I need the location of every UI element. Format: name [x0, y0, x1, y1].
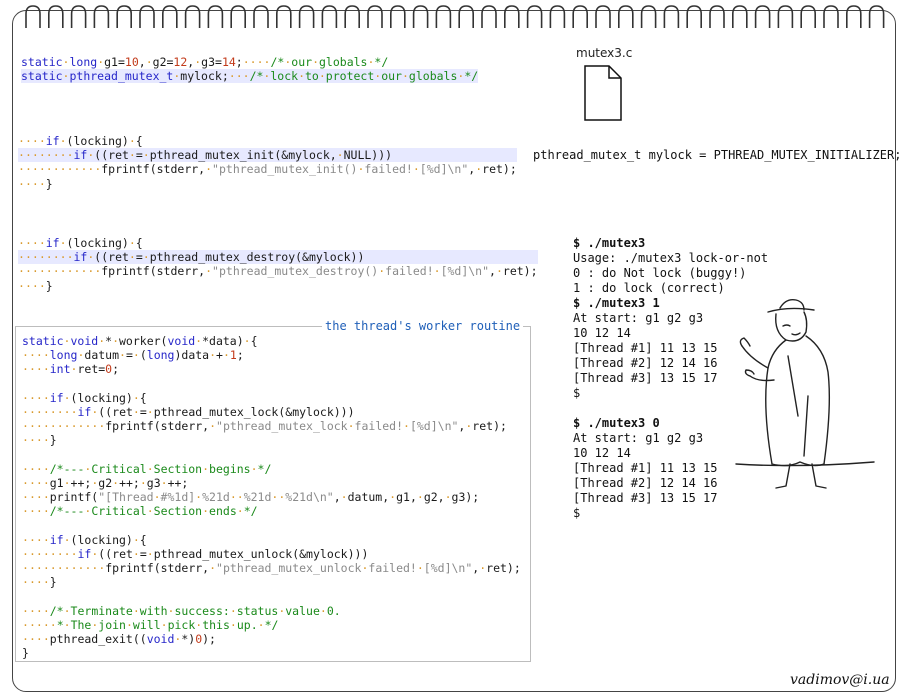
code-line: ········if·((ret·=·pthread_mutex_unlock(… [22, 546, 369, 561]
binding-ring [709, 5, 725, 28]
code-line: ····g1·++;·g2·++;·g3·++; [22, 475, 189, 490]
binding-ring [70, 5, 87, 28]
binding-ring [846, 5, 862, 28]
binding-ring [777, 5, 794, 28]
binding-ring [868, 5, 885, 28]
notebook-page: static·long·g1=10,·g2=12,·g3=14;····/*·o… [0, 0, 900, 700]
file-name: mutex3.c [576, 46, 633, 60]
binding-ring [754, 5, 771, 28]
code-line: ········if·((ret·=·pthread_mutex_init(&m… [18, 148, 517, 163]
binding-ring [162, 5, 178, 28]
init-code: ····if·(locking)·{········if·((ret·=·pth… [18, 134, 517, 191]
binding-ring [686, 5, 702, 28]
binding-ring [25, 5, 41, 28]
binding-ring [184, 5, 201, 28]
binding-ring [93, 5, 110, 28]
code-line: ····pthread_exit((void·*)0); [22, 631, 216, 646]
binding-ring [367, 5, 383, 28]
terminal-line: $ ./mutex3 [573, 236, 646, 250]
code-line: ····if·(locking)·{ [22, 390, 147, 405]
binding-ring [298, 5, 315, 28]
binding-ring [549, 5, 566, 28]
terminal-line: 1 : do lock (correct) [573, 281, 725, 295]
binding-ring [276, 5, 292, 28]
binding-ring [139, 5, 155, 28]
code-line: ····/*·Terminate·with·success:·status·va… [22, 603, 341, 618]
binding-ring [732, 5, 748, 28]
binding-ring [253, 5, 269, 28]
binding-ring [595, 5, 611, 28]
code-line: ····} [22, 433, 57, 448]
worker-code: static·void·*·worker(void·*data)·{····lo… [22, 334, 521, 660]
binding-ring [504, 5, 520, 28]
binding-ring [230, 5, 246, 28]
code-line: } [22, 646, 29, 661]
binding-ring [572, 5, 588, 28]
code-line: ····long·datum·=·(long)data·+·1; [22, 348, 244, 363]
code-line: static·pthread_mutex_t·mylock;···/*·lock… [21, 69, 479, 84]
binding-ring [207, 5, 224, 28]
author-signature: vadimov@i.ua [790, 672, 890, 688]
code-line: ····/*---·Critical·Section·begins·*/ [22, 461, 272, 476]
man-in-hat-figure-icon [735, 298, 875, 489]
code-line: static·void·*·worker(void·*data)·{ [22, 334, 258, 348]
binding-ring [526, 5, 543, 28]
code-line: ············fprintf(stderr,·"pthread_mut… [18, 264, 538, 279]
binding-ring [412, 5, 429, 28]
binding-ring [116, 5, 132, 28]
code-line: ····int·ret=0; [22, 362, 120, 377]
code-line: ····/*---·Critical·Section·ends·*/ [22, 504, 258, 519]
binding-ring [481, 5, 497, 28]
binding-ring [663, 5, 680, 28]
code-line: ·····*·The·join·will·pick·this·up.·*/ [22, 617, 279, 632]
terminal-line: $ [573, 506, 581, 520]
file-icon [584, 65, 622, 121]
code-line: ····if·(locking)·{ [22, 532, 147, 547]
binding-ring [800, 5, 816, 28]
code-line: ····if·(locking)·{ [18, 236, 143, 250]
code-line: ············fprintf(stderr,·"pthread_mut… [18, 162, 517, 177]
static-initializer-text: pthread_mutex_t mylock = PTHREAD_MUTEX_I… [533, 148, 900, 162]
binding-ring [48, 5, 64, 28]
binding-ring [321, 5, 338, 28]
worker-routine-title: the thread's worker routine [322, 319, 524, 333]
binding-ring [344, 5, 360, 28]
binding-ring [458, 5, 474, 28]
terminal-line: Usage: ./mutex3 lock-or-not [573, 251, 769, 265]
code-line: ····if·(locking)·{ [18, 134, 143, 148]
binding-ring [390, 5, 406, 28]
terminal-line: 0 : do Not lock (buggy!) [573, 266, 747, 280]
code-line: ····} [18, 278, 53, 293]
spiral-binding [25, 5, 885, 28]
binding-ring [823, 5, 839, 28]
binding-ring [435, 5, 452, 28]
code-line: static·long·g1=10,·g2=12,·g3=14;····/*·o… [21, 55, 389, 69]
code-line: ····printf("[Thread·#%1d]·%21d··%21d··%2… [22, 490, 480, 505]
binding-ring [618, 5, 634, 28]
code-line: ····} [18, 176, 53, 191]
code-line: ········if·((ret·=·pthread_mutex_lock(&m… [22, 404, 355, 419]
binding-ring [640, 5, 657, 28]
globals-code: static·long·g1=10,·g2=12,·g3=14;····/*·o… [21, 55, 479, 84]
code-line: ····} [22, 575, 57, 590]
code-line: ········if·((ret·=·pthread_mutex_destroy… [18, 250, 538, 265]
destroy-code: ····if·(locking)·{········if·((ret·=·pth… [18, 236, 538, 293]
code-line: ············fprintf(stderr,·"pthread_mut… [22, 419, 507, 434]
code-line: ············fprintf(stderr,·"pthread_mut… [22, 561, 521, 575]
